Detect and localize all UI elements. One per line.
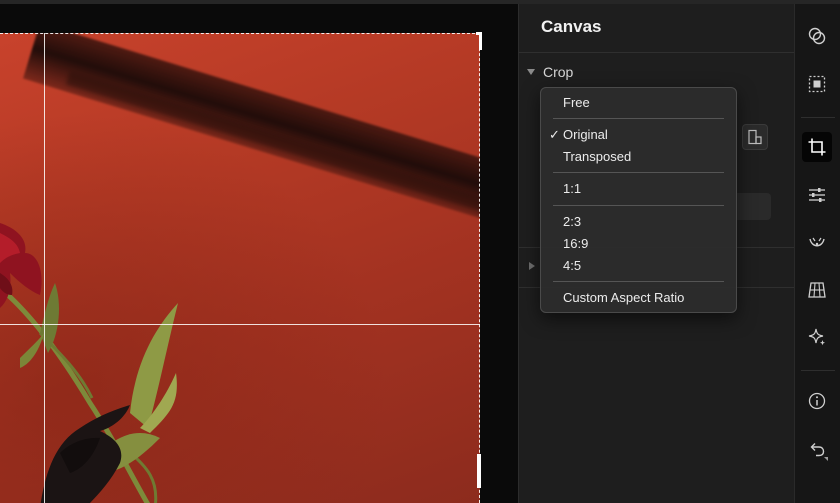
- menu-item-4-5[interactable]: 4:5: [541, 256, 736, 276]
- menu-item-label: Free: [563, 95, 590, 110]
- info-icon: [808, 392, 826, 410]
- crop-icon: [808, 138, 826, 156]
- aspect-ratio-menu: Free ✓ Original Transposed 1:1 2:3 16:9 …: [540, 87, 737, 313]
- sparkle-icon: [808, 328, 825, 346]
- blend-tool-button[interactable]: [802, 21, 832, 51]
- menu-item-label: Original: [563, 127, 608, 142]
- menu-item-transposed[interactable]: Transposed: [541, 147, 736, 167]
- info-button[interactable]: [802, 386, 832, 416]
- menu-separator: [553, 118, 724, 119]
- disclosure-right-icon[interactable]: [529, 262, 535, 270]
- menu-item-free[interactable]: Free: [541, 93, 736, 113]
- crop-section-header[interactable]: Crop: [527, 62, 573, 82]
- toolbar-divider: [801, 370, 835, 371]
- selection-tool-button[interactable]: [802, 69, 832, 99]
- perspective-grid-icon: [808, 282, 826, 298]
- checkmark-icon: ✓: [549, 127, 560, 142]
- adjustments-tool-button[interactable]: [802, 180, 832, 210]
- enhance-tool-button[interactable]: [802, 322, 832, 352]
- menu-item-16-9[interactable]: 16:9: [541, 234, 736, 254]
- retouch-tool-button[interactable]: [802, 228, 832, 258]
- menu-item-label: 2:3: [563, 214, 582, 229]
- menu-item-original[interactable]: ✓ Original: [541, 125, 736, 145]
- menu-separator: [553, 205, 724, 206]
- menu-item-label: 4:5: [563, 258, 582, 273]
- undo-icon: [810, 443, 825, 457]
- toolbar-divider: [801, 117, 835, 118]
- menu-item-label: 1:1: [563, 181, 582, 196]
- crop-guide-vertical: [44, 33, 45, 503]
- retouch-icon: [809, 237, 825, 247]
- panel-divider: [519, 52, 794, 53]
- canvas-area[interactable]: [0, 4, 518, 503]
- disclosure-down-icon[interactable]: [527, 69, 535, 75]
- crop-guide-horizontal: [0, 324, 480, 325]
- menu-item-1-1[interactable]: 1:1: [541, 179, 736, 199]
- tool-sidebar: [794, 4, 840, 503]
- menu-item-label: 16:9: [563, 236, 589, 251]
- more-options-indicator[interactable]: [824, 457, 828, 461]
- selection-icon: [808, 75, 826, 93]
- menu-item-label: Transposed: [563, 149, 632, 164]
- crop-handle-right[interactable]: [477, 454, 481, 488]
- menu-separator: [553, 172, 724, 173]
- perspective-tool-button[interactable]: [802, 275, 832, 305]
- menu-item-2-3[interactable]: 2:3: [541, 212, 736, 232]
- orientation-icon: [748, 129, 762, 145]
- crop-frame[interactable]: [0, 33, 480, 503]
- orientation-button[interactable]: [742, 124, 768, 150]
- blend-icon: [808, 27, 826, 45]
- panel-title: Canvas: [541, 17, 602, 36]
- crop-tool-button[interactable]: [802, 132, 832, 162]
- crop-section-label: Crop: [543, 64, 574, 80]
- adjustments-icon: [809, 188, 825, 202]
- crop-handle-top-right[interactable]: [476, 32, 482, 50]
- menu-item-custom-aspect-ratio[interactable]: Custom Aspect Ratio: [541, 288, 736, 308]
- menu-separator: [553, 281, 724, 282]
- menu-item-label: Custom Aspect Ratio: [563, 290, 685, 305]
- undo-button[interactable]: [802, 434, 832, 464]
